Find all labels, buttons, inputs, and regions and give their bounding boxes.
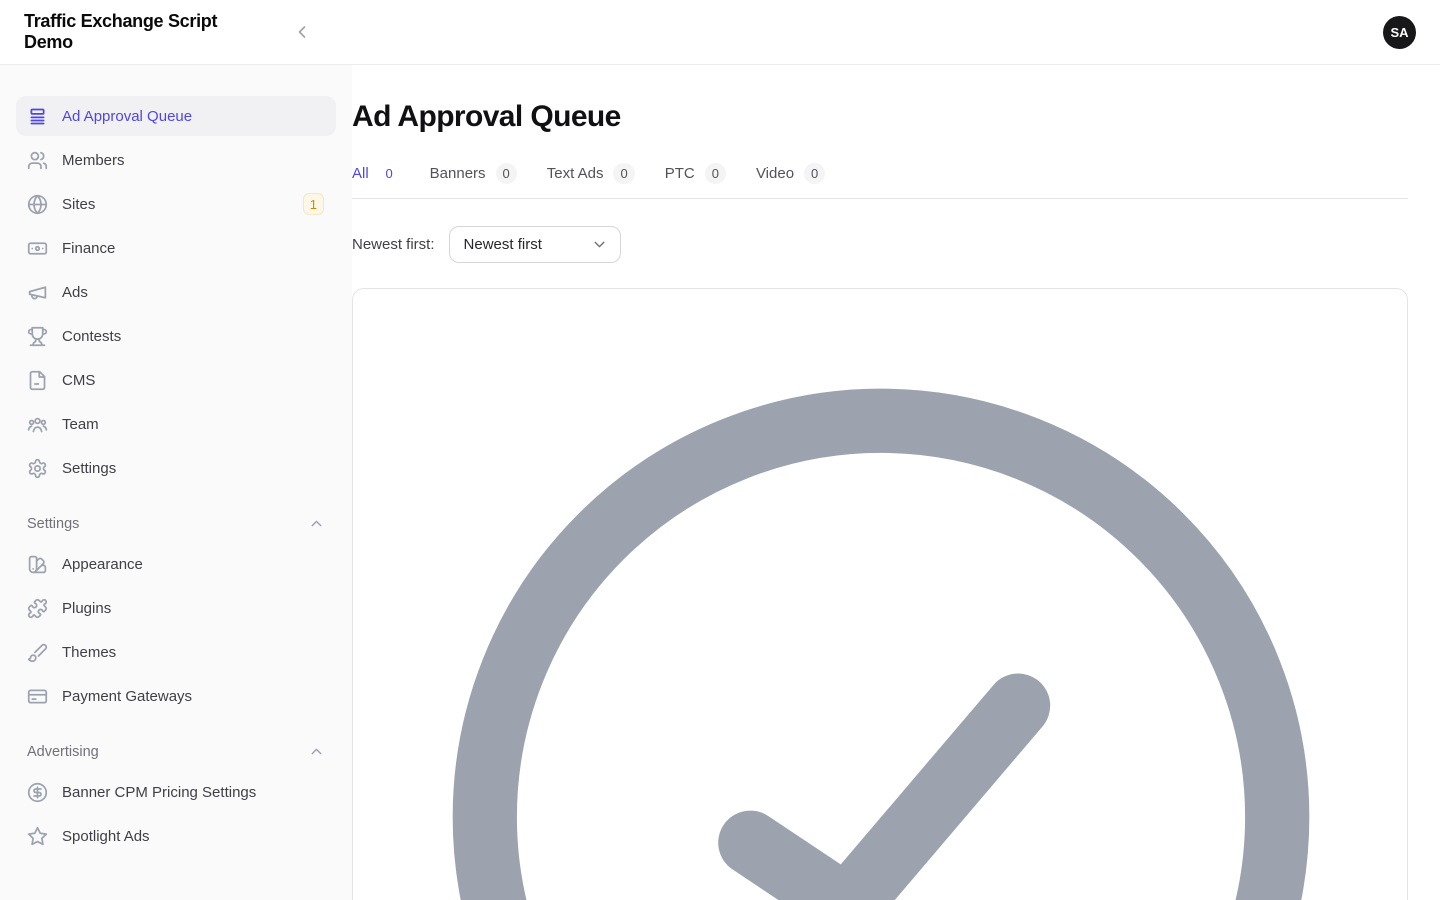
filter-tabs: All 0 Banners 0 Text Ads 0 PTC 0 Video 0: [352, 163, 1408, 199]
sidebar-item-label: Members: [62, 152, 125, 169]
document-icon: [27, 370, 48, 391]
sidebar-item-label: Themes: [62, 644, 116, 661]
sidebar-item-label: Ads: [62, 284, 88, 301]
appearance-icon: [27, 554, 48, 575]
user-avatar[interactable]: SA: [1383, 16, 1416, 49]
sidebar-item-label: Sites: [62, 196, 95, 213]
banknote-icon: [27, 238, 48, 259]
empty-state-card: [352, 288, 1408, 900]
main-content: Ad Approval Queue All 0 Banners 0 Text A…: [352, 65, 1440, 900]
check-circle-icon: [367, 303, 1395, 900]
sidebar-item-contests[interactable]: Contests: [16, 316, 336, 356]
sidebar: Ad Approval Queue Members Sites 1 Financ…: [0, 65, 352, 900]
tab-label: Text Ads: [547, 165, 604, 182]
credit-card-icon: [27, 686, 48, 707]
sidebar-item-label: Team: [62, 416, 99, 433]
chevron-left-icon: [292, 22, 312, 42]
sidebar-item-payment-gateways[interactable]: Payment Gateways: [16, 676, 336, 716]
sidebar-item-label: Appearance: [62, 556, 143, 573]
sidebar-item-label: Finance: [62, 240, 115, 257]
sidebar-item-members[interactable]: Members: [16, 140, 336, 180]
sites-count-badge: 1: [303, 193, 324, 215]
sidebar-section-settings[interactable]: Settings: [16, 515, 336, 532]
sidebar-item-label: Spotlight Ads: [62, 828, 150, 845]
tab-video[interactable]: Video 0: [756, 163, 825, 198]
sort-row: Newest first: Newest first: [352, 226, 1408, 263]
tab-count: 0: [705, 163, 726, 184]
sidebar-item-ads[interactable]: Ads: [16, 272, 336, 312]
sidebar-item-label: Contests: [62, 328, 121, 345]
sidebar-item-plugins[interactable]: Plugins: [16, 588, 336, 628]
sort-label: Newest first:: [352, 236, 435, 253]
sidebar-item-team[interactable]: Team: [16, 404, 336, 444]
sidebar-item-label: CMS: [62, 372, 95, 389]
top-bar: Traffic Exchange Script Demo SA: [0, 0, 1440, 65]
tab-all[interactable]: All 0: [352, 163, 400, 198]
sidebar-item-ad-approval-queue[interactable]: Ad Approval Queue: [16, 96, 336, 136]
tab-label: All: [352, 165, 369, 182]
sidebar-section-advertising[interactable]: Advertising: [16, 743, 336, 760]
sidebar-item-themes[interactable]: Themes: [16, 632, 336, 672]
sidebar-item-sites[interactable]: Sites 1: [16, 184, 336, 224]
gear-icon: [27, 458, 48, 479]
app-title: Traffic Exchange Script Demo: [24, 11, 262, 52]
globe-icon: [27, 194, 48, 215]
sidebar-item-label: Settings: [62, 460, 116, 477]
chevron-up-icon: [308, 743, 325, 760]
tab-banners[interactable]: Banners 0: [430, 163, 517, 198]
star-icon: [27, 826, 48, 847]
chevron-down-icon: [591, 236, 608, 253]
sidebar-item-spotlight-ads[interactable]: Spotlight Ads: [16, 816, 336, 856]
tab-label: PTC: [665, 165, 695, 182]
tab-count: 0: [496, 163, 517, 184]
tab-count: 0: [804, 163, 825, 184]
sidebar-item-label: Plugins: [62, 600, 111, 617]
chevron-up-icon: [308, 515, 325, 532]
megaphone-icon: [27, 282, 48, 303]
sidebar-item-settings[interactable]: Settings: [16, 448, 336, 488]
sidebar-item-banner-cpm-pricing-settings[interactable]: Banner CPM Pricing Settings: [16, 772, 336, 812]
sidebar-item-cms[interactable]: CMS: [16, 360, 336, 400]
puzzle-icon: [27, 598, 48, 619]
team-icon: [27, 414, 48, 435]
sidebar-item-finance[interactable]: Finance: [16, 228, 336, 268]
sort-select-value: Newest first: [464, 236, 542, 253]
tab-ptc[interactable]: PTC 0: [665, 163, 726, 198]
users-icon: [27, 150, 48, 171]
brush-icon: [27, 642, 48, 663]
tab-label: Banners: [430, 165, 486, 182]
section-title: Advertising: [27, 744, 99, 760]
sidebar-item-label: Payment Gateways: [62, 688, 192, 705]
tab-count: 0: [613, 163, 634, 184]
sidebar-item-label: Banner CPM Pricing Settings: [62, 784, 256, 801]
tab-label: Video: [756, 165, 794, 182]
sort-select[interactable]: Newest first: [449, 226, 621, 263]
section-title: Settings: [27, 516, 79, 532]
tab-text-ads[interactable]: Text Ads 0: [547, 163, 635, 198]
sidebar-item-appearance[interactable]: Appearance: [16, 544, 336, 584]
tab-count: 0: [379, 163, 400, 184]
sidebar-collapse-button[interactable]: [288, 18, 316, 46]
page-title: Ad Approval Queue: [352, 100, 1408, 134]
sidebar-item-label: Ad Approval Queue: [62, 108, 192, 125]
queue-icon: [27, 106, 48, 127]
dollar-circle-icon: [27, 782, 48, 803]
trophy-icon: [27, 326, 48, 347]
